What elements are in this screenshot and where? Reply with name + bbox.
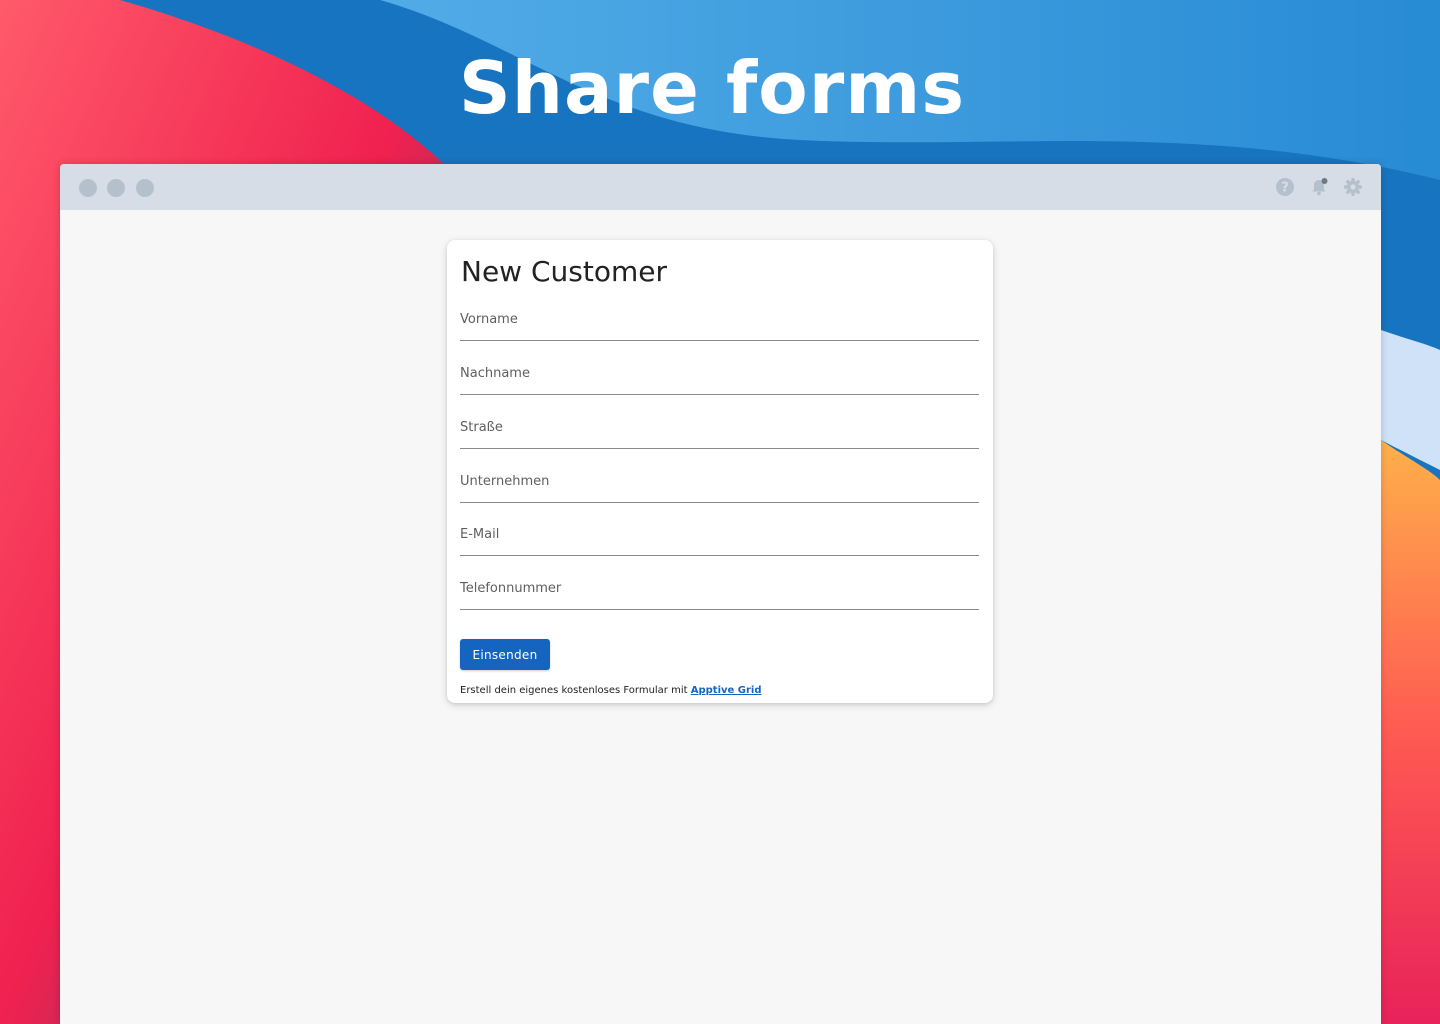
email-input[interactable] <box>460 525 979 551</box>
field-email[interactable]: E-Mail <box>460 521 979 556</box>
page-headline: Share forms <box>458 46 966 130</box>
field-vorname[interactable]: Vorname <box>460 306 979 341</box>
field-unternehmen[interactable]: Unternehmen <box>460 468 979 503</box>
notification-bell-icon[interactable] <box>1309 177 1329 197</box>
help-icon[interactable]: ? <box>1275 177 1295 197</box>
window-minimize-button[interactable] <box>107 179 125 197</box>
titlebar-actions: ? <box>1275 177 1363 197</box>
window-zoom-button[interactable] <box>136 179 154 197</box>
field-strasse[interactable]: Straße <box>460 414 979 449</box>
field-nachname[interactable]: Nachname <box>460 360 979 395</box>
window-titlebar: ? <box>60 164 1381 210</box>
submit-button[interactable]: Einsenden <box>460 639 550 670</box>
telefonnummer-input[interactable] <box>460 579 979 605</box>
unternehmen-input[interactable] <box>460 472 979 498</box>
window-close-button[interactable] <box>79 179 97 197</box>
nachname-input[interactable] <box>460 364 979 390</box>
svg-text:?: ? <box>1281 181 1289 196</box>
vorname-input[interactable] <box>460 310 979 336</box>
settings-gear-icon[interactable] <box>1343 177 1363 197</box>
form-footer: Erstell dein eigenes kostenloses Formula… <box>460 684 762 698</box>
form-title: New Customer <box>461 255 667 288</box>
field-telefonnummer[interactable]: Telefonnummer <box>460 575 979 610</box>
app-window: ? New Customer Vorname Nachname Straße U… <box>60 164 1381 1024</box>
form-card: New Customer Vorname Nachname Straße Unt… <box>447 240 993 703</box>
apptive-grid-link[interactable]: Apptive Grid <box>691 685 762 696</box>
footer-text: Erstell dein eigenes kostenloses Formula… <box>460 685 688 696</box>
strasse-input[interactable] <box>460 418 979 444</box>
